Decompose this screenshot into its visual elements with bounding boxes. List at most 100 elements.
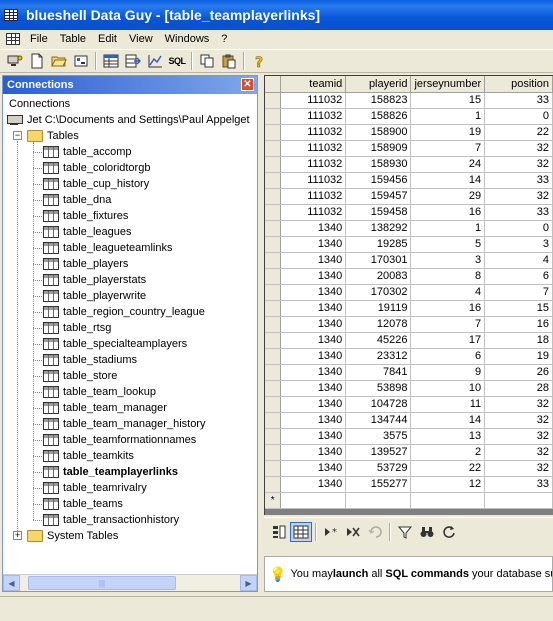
table-row[interactable]: 1340 53898 10 28 (265, 380, 553, 397)
connect-icon[interactable] (4, 51, 26, 71)
tree-system-tables-folder[interactable]: System Tables (27, 528, 118, 544)
tree-root[interactable]: Connections (9, 96, 70, 112)
table-cell-position[interactable]: 0 (484, 220, 553, 237)
table-cell-playerid[interactable]: 155277 (345, 476, 412, 493)
table-row[interactable]: 111032 158823 15 33 (265, 92, 553, 109)
table-cell-playerid[interactable]: 159457 (345, 188, 412, 205)
table-cell-jerseynumber[interactable]: 15 (410, 92, 486, 109)
new-row-cell[interactable] (345, 492, 412, 509)
table-cell-teamid[interactable]: 1340 (280, 268, 347, 285)
tree-table-item[interactable]: table_team_manager_history (43, 416, 205, 432)
table-cell-position[interactable]: 28 (484, 380, 553, 397)
table-cell-jerseynumber[interactable]: 5 (410, 236, 486, 253)
tree-table-item[interactable]: table_teamformationnames (43, 432, 196, 448)
row-selector[interactable] (265, 348, 282, 365)
table-row[interactable]: 1340 23312 6 19 (265, 348, 553, 365)
table-cell-teamid[interactable]: 111032 (280, 140, 347, 157)
table-cell-teamid[interactable]: 1340 (280, 380, 347, 397)
table-view-icon[interactable] (100, 51, 122, 71)
tree-table-item[interactable]: table_leagueteamlinks (43, 240, 172, 256)
tree-table-item[interactable]: table_team_manager (43, 400, 167, 416)
table-row[interactable]: 1340 12078 7 16 (265, 316, 553, 333)
table-cell-jerseynumber[interactable]: 24 (410, 156, 486, 173)
row-selector[interactable] (265, 444, 282, 461)
table-cell-playerid[interactable]: 159458 (345, 204, 412, 221)
table-cell-playerid[interactable]: 23312 (345, 348, 412, 365)
table-cell-teamid[interactable]: 1340 (280, 300, 347, 317)
table-cell-position[interactable]: 32 (484, 428, 553, 445)
table-cell-position[interactable]: 32 (484, 140, 553, 157)
expand-icon[interactable]: + (13, 531, 22, 540)
table-cell-playerid[interactable]: 158826 (345, 108, 412, 125)
table-cell-jerseynumber[interactable]: 16 (410, 204, 486, 221)
paste-icon[interactable] (218, 51, 240, 71)
row-selector[interactable] (265, 220, 282, 237)
table-cell-teamid[interactable]: 1340 (280, 252, 347, 269)
table-cell-jerseynumber[interactable]: 3 (410, 252, 486, 269)
table-cell-teamid[interactable]: 1340 (280, 412, 347, 429)
tree-table-item[interactable]: table_rtsg (43, 320, 111, 336)
table-cell-teamid[interactable]: 1340 (280, 348, 347, 365)
table-row[interactable]: 1340 20083 8 6 (265, 268, 553, 285)
table-row[interactable]: 1340 170302 4 7 (265, 284, 553, 301)
row-selector[interactable] (265, 236, 282, 253)
refresh-icon[interactable] (438, 522, 460, 542)
table-cell-jerseynumber[interactable]: 6 (410, 348, 486, 365)
export-table-icon[interactable] (122, 51, 144, 71)
table-row[interactable]: 1340 138292 1 0 (265, 220, 553, 237)
table-cell-teamid[interactable]: 1340 (280, 364, 347, 381)
table-cell-teamid[interactable]: 111032 (280, 204, 347, 221)
table-cell-playerid[interactable]: 12078 (345, 316, 412, 333)
column-header-position[interactable]: position (484, 76, 553, 93)
table-cell-jerseynumber[interactable]: 7 (410, 140, 486, 157)
table-cell-jerseynumber[interactable]: 16 (410, 300, 486, 317)
table-cell-teamid[interactable]: 1340 (280, 220, 347, 237)
table-row[interactable]: 111032 158930 24 32 (265, 156, 553, 173)
tree-table-item[interactable]: table_team_lookup (43, 384, 156, 400)
table-cell-playerid[interactable]: 53898 (345, 380, 412, 397)
table-cell-position[interactable]: 32 (484, 444, 553, 461)
column-header-teamid[interactable]: teamid (280, 76, 347, 93)
table-cell-position[interactable]: 32 (484, 460, 553, 477)
table-cell-teamid[interactable]: 1340 (280, 444, 347, 461)
tree-table-item[interactable]: table_fixtures (43, 208, 128, 224)
tree-horizontal-scrollbar[interactable]: ◀ ||| ▶ (3, 574, 257, 591)
new-row[interactable]: * (265, 492, 553, 509)
row-selector[interactable] (265, 428, 282, 445)
grid-view-icon[interactable] (290, 521, 312, 542)
table-cell-jerseynumber[interactable]: 22 (410, 460, 486, 477)
table-cell-position[interactable]: 33 (484, 92, 553, 109)
table-cell-playerid[interactable]: 170301 (345, 252, 412, 269)
row-selector[interactable] (265, 300, 282, 317)
row-selector[interactable] (265, 108, 282, 125)
row-selector[interactable] (265, 460, 282, 477)
table-cell-playerid[interactable]: 138292 (345, 220, 412, 237)
table-row[interactable]: 1340 139527 2 32 (265, 444, 553, 461)
table-cell-teamid[interactable]: 1340 (280, 236, 347, 253)
table-row[interactable]: 1340 155277 12 33 (265, 476, 553, 493)
table-cell-jerseynumber[interactable]: 2 (410, 444, 486, 461)
menu-table[interactable]: Table (54, 33, 92, 45)
row-selector[interactable] (265, 332, 282, 349)
corner-cell[interactable] (265, 76, 282, 93)
document-grid-icon[interactable] (6, 32, 20, 45)
tree-table-item[interactable]: table_accomp (43, 144, 132, 160)
row-selector[interactable] (265, 364, 282, 381)
table-cell-teamid[interactable]: 1340 (280, 332, 347, 349)
table-cell-jerseynumber[interactable]: 1 (410, 108, 486, 125)
table-cell-position[interactable]: 4 (484, 252, 553, 269)
help-icon[interactable]: ? (248, 51, 270, 71)
table-cell-teamid[interactable]: 1340 (280, 284, 347, 301)
tree-table-item[interactable]: table_teams (43, 496, 123, 512)
table-cell-position[interactable]: 32 (484, 396, 553, 413)
table-cell-position[interactable]: 19 (484, 348, 553, 365)
table-cell-position[interactable]: 16 (484, 316, 553, 333)
table-cell-jerseynumber[interactable]: 17 (410, 332, 486, 349)
table-row[interactable]: 111032 158826 1 0 (265, 108, 553, 125)
table-cell-playerid[interactable]: 19285 (345, 236, 412, 253)
table-cell-position[interactable]: 26 (484, 364, 553, 381)
table-row[interactable]: 111032 158909 7 32 (265, 140, 553, 157)
row-selector[interactable] (265, 252, 282, 269)
row-selector[interactable] (265, 412, 282, 429)
new-row-cell[interactable] (410, 492, 486, 509)
